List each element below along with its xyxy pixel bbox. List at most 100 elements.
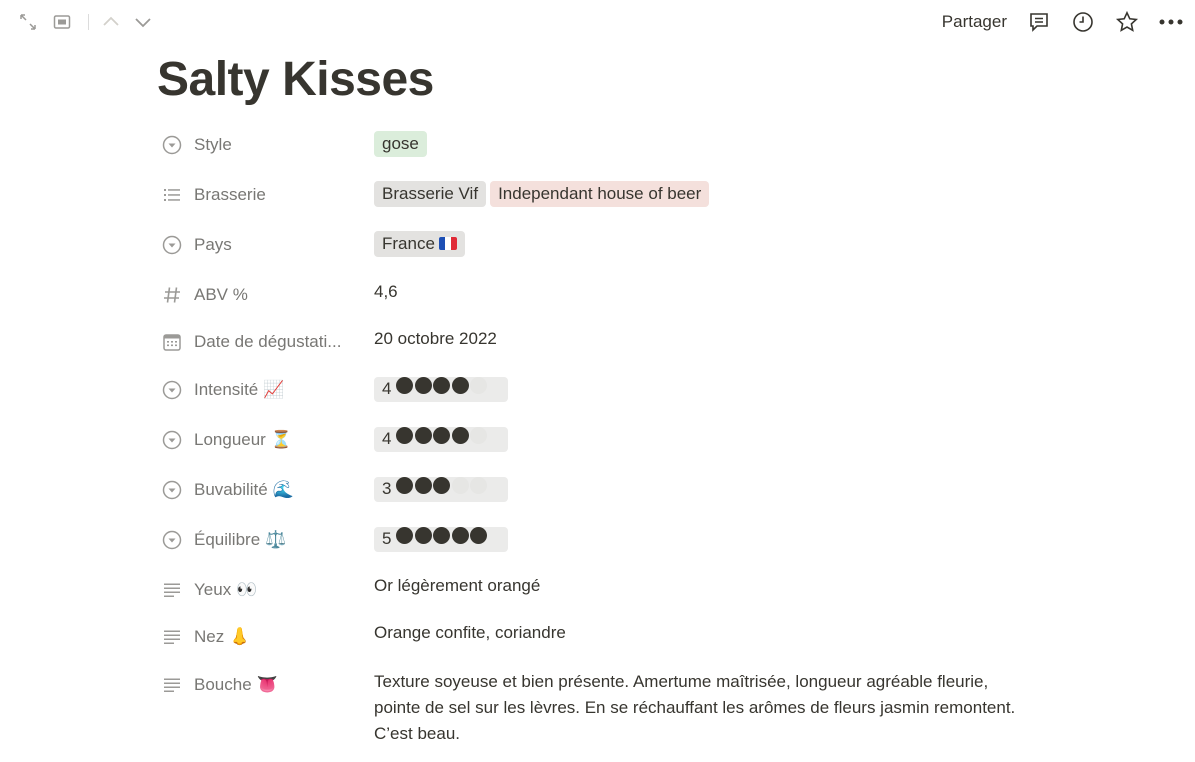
property-label: Intensité [194,380,259,399]
select-icon [160,428,184,452]
eyes-emoji-icon: 👀 [236,580,258,599]
property-name[interactable]: ABV % [160,280,248,310]
select-icon [160,478,184,502]
calendar-icon [160,330,184,354]
rating-dot-filled [433,427,451,444]
property-value[interactable]: gose [374,131,431,157]
property-name[interactable]: Buvabilité 🌊 [160,475,294,505]
rating: 5 [374,526,508,552]
fr-flag-icon [438,237,457,250]
property-label: Nez [194,627,225,646]
tag-label: France [382,234,435,253]
property-value[interactable]: Orange confite, coriandre [374,620,566,646]
property-name[interactable]: Date de dégustati... [160,327,341,357]
rating-value: 3 [382,479,392,498]
tag: gose [374,131,427,157]
rating-dot-filled [470,527,488,544]
rating-dot-filled [451,527,469,544]
select-icon [160,133,184,157]
rating-dots [396,526,489,552]
rating-dot-filled [414,477,432,494]
rating-dots [396,476,489,502]
page-title[interactable]: Salty Kisses [157,52,434,108]
tag: Independant house of beer [490,181,710,207]
scales-emoji-icon: ⚖️ [265,530,287,549]
wave-emoji-icon: 🌊 [272,480,294,499]
top-bar: Partager [0,0,1195,44]
select-icon [160,233,184,257]
property-label: Style [194,135,232,154]
hourglass-emoji-icon: ⏳ [270,430,293,449]
property-label: Pays [194,235,232,254]
rating-dot-filled [433,527,451,544]
list-icon [160,183,184,207]
property-value[interactable]: 4,6 [374,279,398,305]
property-label: Buvabilité [194,480,268,499]
rating-dot-filled [396,527,414,544]
rating-dot-filled [414,527,432,544]
star-icon[interactable] [1113,8,1141,36]
divider [88,14,89,30]
rating-value: 5 [382,529,392,548]
sidepeek-icon[interactable] [50,10,74,34]
property-name[interactable]: Longueur ⏳ [160,425,292,455]
hash-icon [160,283,184,307]
history-icon[interactable] [1069,8,1097,36]
property-name[interactable]: Intensité 📈 [160,375,284,405]
tongue-emoji-icon: 👅 [256,675,278,694]
tag: Brasserie Vif [374,181,487,207]
rating-dot-filled [396,477,414,494]
rating-dot-filled [433,477,451,494]
property-label: Équilibre [194,530,261,549]
chevron-up-icon[interactable] [99,10,123,34]
select-icon [160,528,184,552]
property-label: Yeux [194,580,232,599]
rating-dot-filled [414,427,432,444]
property-value[interactable]: 4 [374,426,508,452]
rating-dot-filled [396,427,414,444]
property-value[interactable]: 20 octobre 2022 [374,326,497,352]
share-button[interactable]: Partager [942,12,1007,32]
tag: France [374,231,465,257]
rating-dot-empty [470,477,488,494]
property-label: Bouche [194,675,252,694]
rating: 4 [374,426,508,452]
property-name[interactable]: Brasserie [160,180,266,210]
property-value[interactable]: Or légèrement orangé [374,573,540,599]
rating-dot-filled [396,377,414,394]
rating-dots [396,376,489,402]
rating: 3 [374,476,508,502]
rating: 4 [374,376,508,402]
rating-value: 4 [382,429,392,448]
property-name[interactable]: Bouche 👅 [160,670,278,700]
more-icon[interactable] [1157,8,1185,36]
property-label: Brasserie [194,185,266,204]
property-name[interactable]: Pays [160,230,232,260]
comment-icon[interactable] [1025,8,1053,36]
property-name[interactable]: Équilibre ⚖️ [160,525,286,555]
property-label: Date de dégustati... [194,332,342,351]
rating-dot-filled [414,377,432,394]
text-icon [160,578,184,602]
property-value[interactable]: 4 [374,376,508,402]
chevron-down-icon[interactable] [131,10,155,34]
property-name[interactable]: Nez 👃 [160,622,250,652]
chart-emoji-icon: 📈 [263,380,285,399]
rating-value: 4 [382,379,392,398]
top-bar-left [16,10,155,34]
property-value[interactable]: 3 [374,476,508,502]
property-label: ABV % [194,285,248,304]
text-icon [160,625,184,649]
property-value[interactable]: 5 [374,526,508,552]
property-value[interactable]: France [374,231,469,257]
nose-emoji-icon: 👃 [229,627,251,646]
rating-dot-filled [433,377,451,394]
property-value[interactable]: Brasserie Vif Independant house of beer [374,181,713,207]
top-bar-right: Partager [942,8,1185,36]
property-value[interactable]: Texture soyeuse et bien présente. Amertu… [374,669,1034,747]
property-name[interactable]: Yeux 👀 [160,575,257,605]
expand-icon[interactable] [16,10,40,34]
property-name[interactable]: Style [160,130,232,160]
property-label: Longueur [194,430,266,449]
text-icon [160,673,184,697]
